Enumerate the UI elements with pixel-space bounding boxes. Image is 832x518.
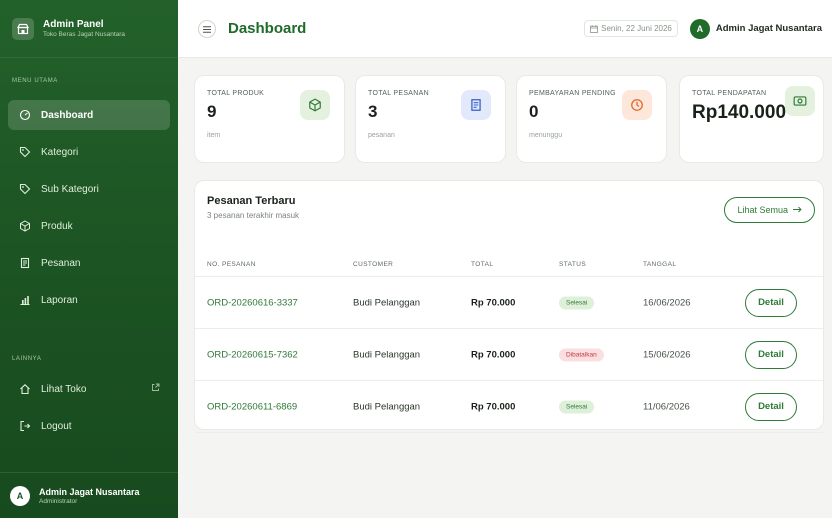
customer-name: Budi Pelanggan [353,349,421,360]
date-text: Senin, 22 Juni 2026 [601,24,672,33]
date-display: Senin, 22 Juni 2026 [584,20,678,37]
box-icon [300,90,330,120]
sidebar-item-label: Dashboard [41,109,94,121]
sidebar-user-role: Administrator [39,497,78,505]
stat-sub: item [207,132,221,139]
column-header: CUSTOMER [353,261,394,268]
sidebar-item-dashboard[interactable]: Dashboard [8,100,170,130]
clock-icon [622,90,652,120]
gauge-icon [18,108,32,122]
money-icon [785,86,815,116]
order-date: 16/06/2026 [643,297,691,308]
sidebar-item-label: Kategori [41,146,79,158]
sidebar-user-name: Admin Jagat Nusantara [39,486,140,497]
sidebar-item-label: Laporan [41,294,78,306]
brand-title: Admin Panel [43,19,104,30]
sidebar-item-label: Pesanan [41,257,81,269]
table-row: ORD-20260611-6869 Budi Pelanggan Rp 70.0… [195,381,823,433]
brand[interactable]: Admin Panel Toko Beras Jagat Nusantara [0,0,178,58]
receipt-icon [18,256,32,270]
column-header: TOTAL [471,261,494,268]
see-all-label: Lihat Semua [737,205,788,215]
order-number-link[interactable]: ORD-20260615-7362 [207,349,298,360]
stat-card-total-pesanan: TOTAL PESANAN 3 pesanan [355,75,506,163]
status-badge: Dibatalkan [559,348,604,361]
store-icon [12,17,34,40]
sidebar-item-sub-kategori[interactable]: Sub Kategori [8,174,170,204]
table-row: ORD-20260615-7362 Budi Pelanggan Rp 70.0… [195,329,823,381]
table-header: NO. PESANAN CUSTOMER TOTAL STATUS TANGGA… [195,251,823,277]
stat-sub: menunggu [529,132,563,139]
customer-name: Budi Pelanggan [353,297,421,308]
sidebar-item-laporan[interactable]: Laporan [8,285,170,315]
recent-orders-card: Pesanan Terbaru 3 pesanan terakhir masuk… [194,180,824,433]
tag-icon [18,145,32,159]
top-user-name[interactable]: Admin Jagat Nusantara [716,23,822,34]
detail-button[interactable]: Detail [745,392,797,421]
page-title: Dashboard [228,20,307,37]
other-nav: Lihat Toko Logout [8,374,170,448]
receipt-icon [461,90,491,120]
order-total: Rp 70.000 [471,349,516,360]
menu-toggle-button[interactable] [198,19,216,38]
sidebar-item-label: Produk [41,220,73,232]
logout-icon [18,419,32,433]
stat-card-total-produk: TOTAL PRODUK 9 item [194,75,345,163]
sidebar-item-logout[interactable]: Logout [8,411,170,441]
stat-sub: pesanan [368,132,395,139]
topbar: Dashboard Senin, 22 Juni 2026 A Admin Ja… [178,0,832,58]
detail-button[interactable]: Detail [745,288,797,317]
order-date: 11/06/2026 [643,401,690,412]
order-total: Rp 70.000 [471,401,516,412]
external-link-icon [151,383,160,395]
orders-subtitle: 3 pesanan terakhir masuk [207,211,300,220]
order-total: Rp 70.000 [471,297,516,308]
status-badge: Selesai [559,296,595,309]
avatar[interactable]: A [689,18,710,39]
sidebar-item-produk[interactable]: Produk [8,211,170,241]
stat-card-total-pendapatan: TOTAL PENDAPATAN Rp140.000 [679,75,824,163]
hamburger-icon [203,20,211,38]
table-row: ORD-20260616-3337 Budi Pelanggan Rp 70.0… [195,277,823,329]
tag-icon [18,182,32,196]
sidebar-item-kategori[interactable]: Kategori [8,137,170,167]
main-nav: Dashboard Kategori Sub Kategori Produk P… [8,100,170,322]
brand-subtitle: Toko Beras Jagat Nusantara [43,31,126,38]
section-label-main: MENU UTAMA [12,78,58,84]
home-icon [18,382,32,396]
see-all-button[interactable]: Lihat Semua [724,197,815,223]
sidebar-item-label: Lihat Toko [41,383,87,395]
status-badge: Selesai [559,400,595,413]
column-header: NO. PESANAN [207,261,256,268]
sidebar-user[interactable]: A Admin Jagat Nusantara Administrator [0,472,178,518]
order-date: 15/06/2026 [643,349,691,360]
stat-card-pembayaran-pending: PEMBAYARAN PENDING 0 menunggu [516,75,667,163]
customer-name: Budi Pelanggan [353,401,421,412]
column-header: STATUS [559,261,587,268]
box-icon [18,219,32,233]
column-header: TANGGAL [643,261,677,268]
sidebar-item-label: Logout [41,420,72,432]
section-label-other: LAINNYA [12,356,42,362]
order-number-link[interactable]: ORD-20260616-3337 [207,297,298,308]
sidebar-item-lihat-toko[interactable]: Lihat Toko [8,374,170,404]
arrow-right-icon [793,205,802,215]
sidebar-item-pesanan[interactable]: Pesanan [8,248,170,278]
sidebar-item-label: Sub Kategori [41,183,99,195]
bar-chart-icon [18,293,32,307]
avatar: A [10,485,30,506]
sidebar: Admin Panel Toko Beras Jagat Nusantara M… [0,0,178,518]
order-number-link[interactable]: ORD-20260611-6869 [207,401,297,412]
detail-button[interactable]: Detail [745,340,797,369]
calendar-icon [590,24,599,33]
orders-title: Pesanan Terbaru [207,195,296,207]
